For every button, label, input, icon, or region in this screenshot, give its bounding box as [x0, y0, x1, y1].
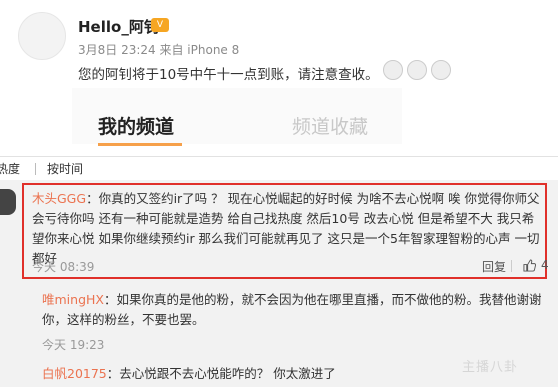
comment-time: 今天 19:23 — [42, 338, 105, 352]
tab-active-underline — [98, 143, 182, 146]
emoji-face-icon — [407, 60, 427, 80]
post-meta: 3月8日 23:24 来自 iPhone 8 — [78, 43, 240, 57]
comment-username[interactable]: 白帆20175 — [42, 366, 107, 381]
vip-badge-icon: V — [151, 18, 169, 32]
comment-text: 唯mingHX：如果你真的是他的粉，就不会因为他在哪里直播，而不做他的粉。我替他… — [42, 292, 542, 327]
emoji-row — [383, 60, 451, 80]
commenter-avatar[interactable] — [0, 189, 16, 215]
thumbs-up-icon[interactable] — [523, 259, 536, 272]
reply-button[interactable]: 回复 — [482, 258, 506, 275]
watermark: 主播八卦 — [462, 360, 519, 375]
sort-by-hot[interactable]: 热度 — [0, 160, 20, 177]
sort-divider — [35, 163, 36, 175]
sort-by-time[interactable]: 按时间 — [47, 160, 83, 177]
like-count: 4 — [541, 258, 549, 272]
action-divider — [511, 260, 512, 272]
comment-text: 木头GGG：你真的又签约ir了吗 ？ 现在心悦崛起的好时候 为啥不去心悦啊 唉 … — [32, 191, 540, 266]
divider — [0, 156, 558, 157]
comment-time: 今天 08:39 — [32, 260, 95, 274]
avatar[interactable] — [18, 12, 66, 60]
post-username[interactable]: Hello_阿钊 — [78, 16, 159, 37]
emoji-face-icon — [431, 60, 451, 80]
comment-username[interactable]: 木头GGG — [32, 191, 86, 206]
tab-channel-favorites[interactable]: 频道收藏 — [292, 112, 368, 139]
post-text: 您的阿钊将于10号中午十一点到账，请注意查收。 — [78, 67, 379, 83]
emoji-face-icon — [383, 60, 403, 80]
comment-username[interactable]: 唯mingHX — [42, 292, 104, 307]
tab-my-channel[interactable]: 我的频道 — [98, 112, 174, 139]
